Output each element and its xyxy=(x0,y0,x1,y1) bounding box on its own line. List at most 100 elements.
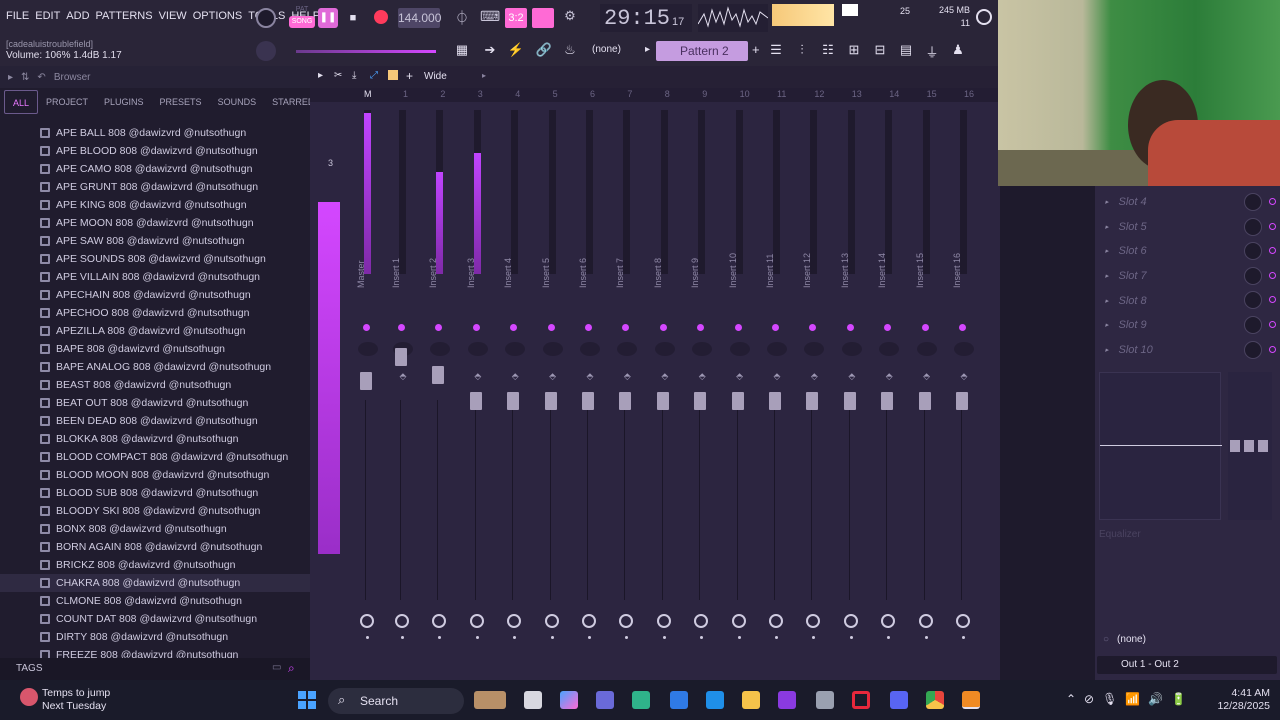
slot-arrow-icon[interactable]: ▸ xyxy=(1105,297,1109,305)
enable-led[interactable] xyxy=(884,324,892,331)
volume-fader[interactable] xyxy=(469,392,482,410)
pan-knob[interactable] xyxy=(767,342,787,356)
slot-arrow-icon[interactable]: ▸ xyxy=(1105,321,1109,329)
route-icon[interactable] xyxy=(769,614,783,628)
enable-led[interactable] xyxy=(585,324,592,331)
volume-fader[interactable] xyxy=(918,392,931,410)
pattern-none-label[interactable]: (none) xyxy=(592,44,642,55)
pan-knob[interactable] xyxy=(467,342,488,356)
send-dot[interactable] xyxy=(662,636,666,639)
stereo-sep-icon[interactable]: ⬘ xyxy=(509,372,521,388)
volume-fader[interactable] xyxy=(360,372,372,390)
browser-item[interactable]: BLOOD COMPACT 808 @dawizvrd @nutsothugn xyxy=(0,448,310,466)
enable-led[interactable] xyxy=(472,324,480,331)
route-icon[interactable] xyxy=(956,614,970,628)
mixer-tool2-icon[interactable]: ⤓ xyxy=(352,70,356,81)
stereo-sep-icon[interactable]: ⬘ xyxy=(921,372,933,388)
enable-led[interactable] xyxy=(435,324,443,331)
stereo-sep-icon[interactable]: ⬘ xyxy=(584,372,596,388)
volume-fader[interactable] xyxy=(656,392,669,410)
volume-fader[interactable] xyxy=(619,392,632,410)
tag-folder-icon[interactable]: ▭ xyxy=(272,662,281,673)
pan-knob[interactable] xyxy=(358,342,378,356)
pan-knob[interactable] xyxy=(729,342,750,356)
fx-slot[interactable]: ▸ Slot 9 xyxy=(1095,313,1280,338)
pat-song-toggle[interactable]: PAT SONG xyxy=(289,4,315,32)
fx-slot[interactable]: ▸ Slot 10 xyxy=(1095,338,1280,363)
camera-icon[interactable] xyxy=(816,691,834,709)
send-dot[interactable] xyxy=(401,636,404,639)
route-icon[interactable] xyxy=(469,614,484,628)
send-dot[interactable] xyxy=(700,636,704,639)
fx-slot[interactable]: ▸ Slot 7 xyxy=(1095,264,1280,289)
mixer-menu-icon[interactable]: ▸ xyxy=(318,70,323,81)
master-pitch-slider[interactable] xyxy=(296,50,436,53)
stereo-sep-icon[interactable]: ⬘ xyxy=(659,372,671,388)
browser-item[interactable]: BONX 808 @dawizvrd @nutsothugn xyxy=(0,520,310,538)
browser-item[interactable]: APE CAMO 808 @dawizvrd @nutsothugn xyxy=(0,160,310,178)
tags-label[interactable]: TAGS xyxy=(16,663,42,674)
route-icon[interactable] xyxy=(432,614,447,628)
arrow-icon[interactable]: ➔ xyxy=(480,42,500,60)
slot-arrow-icon[interactable]: ▸ xyxy=(1105,198,1109,206)
route-icon[interactable] xyxy=(694,614,709,628)
browser-item[interactable]: BRICKZ 808 @dawizvrd @nutsothugn xyxy=(0,556,310,574)
eq-faders[interactable] xyxy=(1228,372,1272,520)
send-dot[interactable] xyxy=(849,636,853,639)
mixer-view-arrow-icon[interactable]: ▸ xyxy=(482,71,486,80)
stereo-sep-icon[interactable]: ⬘ xyxy=(883,372,895,388)
slot-arrow-icon[interactable]: ▸ xyxy=(1105,223,1109,231)
fx-slot[interactable]: ▸ Slot 8 xyxy=(1095,288,1280,313)
power-icon[interactable] xyxy=(976,9,992,25)
menu-item[interactable]: FILE xyxy=(6,10,29,22)
pan-knob[interactable] xyxy=(916,342,937,356)
store-icon[interactable] xyxy=(706,691,724,709)
plugin-icon[interactable]: ⏚ xyxy=(922,42,942,60)
browser-item[interactable]: BORN AGAIN 808 @dawizvrd @nutsothugn xyxy=(0,538,310,556)
mixer-view-label[interactable]: Wide xyxy=(424,71,447,82)
playlist-icon[interactable]: ☰ xyxy=(766,42,786,60)
stereo-sep-icon[interactable]: ⬘ xyxy=(397,372,409,388)
route-icon[interactable] xyxy=(582,614,596,628)
teams-icon[interactable] xyxy=(596,691,614,709)
send-dot[interactable] xyxy=(962,636,965,639)
route-icon[interactable] xyxy=(507,614,522,628)
route-icon[interactable] xyxy=(395,614,409,628)
slot-arrow-icon[interactable]: ▸ xyxy=(1105,247,1109,255)
slot-mix-knob[interactable] xyxy=(1244,242,1262,261)
browser-tab[interactable]: PRESETS xyxy=(152,90,210,114)
enable-led[interactable] xyxy=(398,324,405,331)
stamp-icon[interactable]: ♨ xyxy=(560,42,580,60)
fx-slot[interactable]: ▸ Slot 6 xyxy=(1095,239,1280,264)
menu-item[interactable]: VIEW xyxy=(159,10,187,22)
browser-item[interactable]: BAPE ANALOG 808 @dawizvrd @nutsothugn xyxy=(0,358,310,376)
enable-led[interactable] xyxy=(697,324,705,331)
slot-power-icon[interactable] xyxy=(1269,198,1276,205)
channel-icon[interactable]: ⊞ xyxy=(844,42,864,60)
browser-tab[interactable]: PLUGINS xyxy=(96,90,152,114)
stereo-sep-icon[interactable]: ⬘ xyxy=(621,372,633,388)
taskbar-search[interactable]: ⌕ Search xyxy=(328,688,464,714)
slot-mix-knob[interactable] xyxy=(1244,266,1262,285)
pan-knob[interactable] xyxy=(654,342,675,356)
browser-item[interactable]: BEAST 808 @dawizvrd @nutsothugn xyxy=(0,376,310,394)
eq-graph[interactable] xyxy=(1099,372,1222,520)
weather-icon[interactable] xyxy=(20,688,38,706)
mixer-icon[interactable]: ☷ xyxy=(818,42,838,60)
slot-mix-knob[interactable] xyxy=(1244,340,1262,359)
slot-power-icon[interactable] xyxy=(1269,222,1276,230)
enable-led[interactable] xyxy=(846,324,854,331)
mixer-tool3-icon[interactable]: ⤢ xyxy=(370,70,378,81)
master-volume-knob[interactable] xyxy=(256,41,276,61)
pan-knob[interactable] xyxy=(580,342,600,356)
pause-button[interactable]: ❚❚ xyxy=(318,8,338,28)
pan-knob[interactable] xyxy=(692,342,713,356)
slot-power-icon[interactable] xyxy=(1269,296,1276,304)
route-icon[interactable] xyxy=(881,614,896,628)
stereo-sep-icon[interactable]: ⬘ xyxy=(696,372,708,388)
browser-item[interactable]: BEAT OUT 808 @dawizvrd @nutsothugn xyxy=(0,394,310,412)
pan-knob[interactable] xyxy=(430,342,451,356)
volume-fader[interactable] xyxy=(582,392,594,410)
person-icon[interactable]: ♟ xyxy=(948,42,968,60)
stereo-sep-icon[interactable]: ⬘ xyxy=(846,372,858,388)
